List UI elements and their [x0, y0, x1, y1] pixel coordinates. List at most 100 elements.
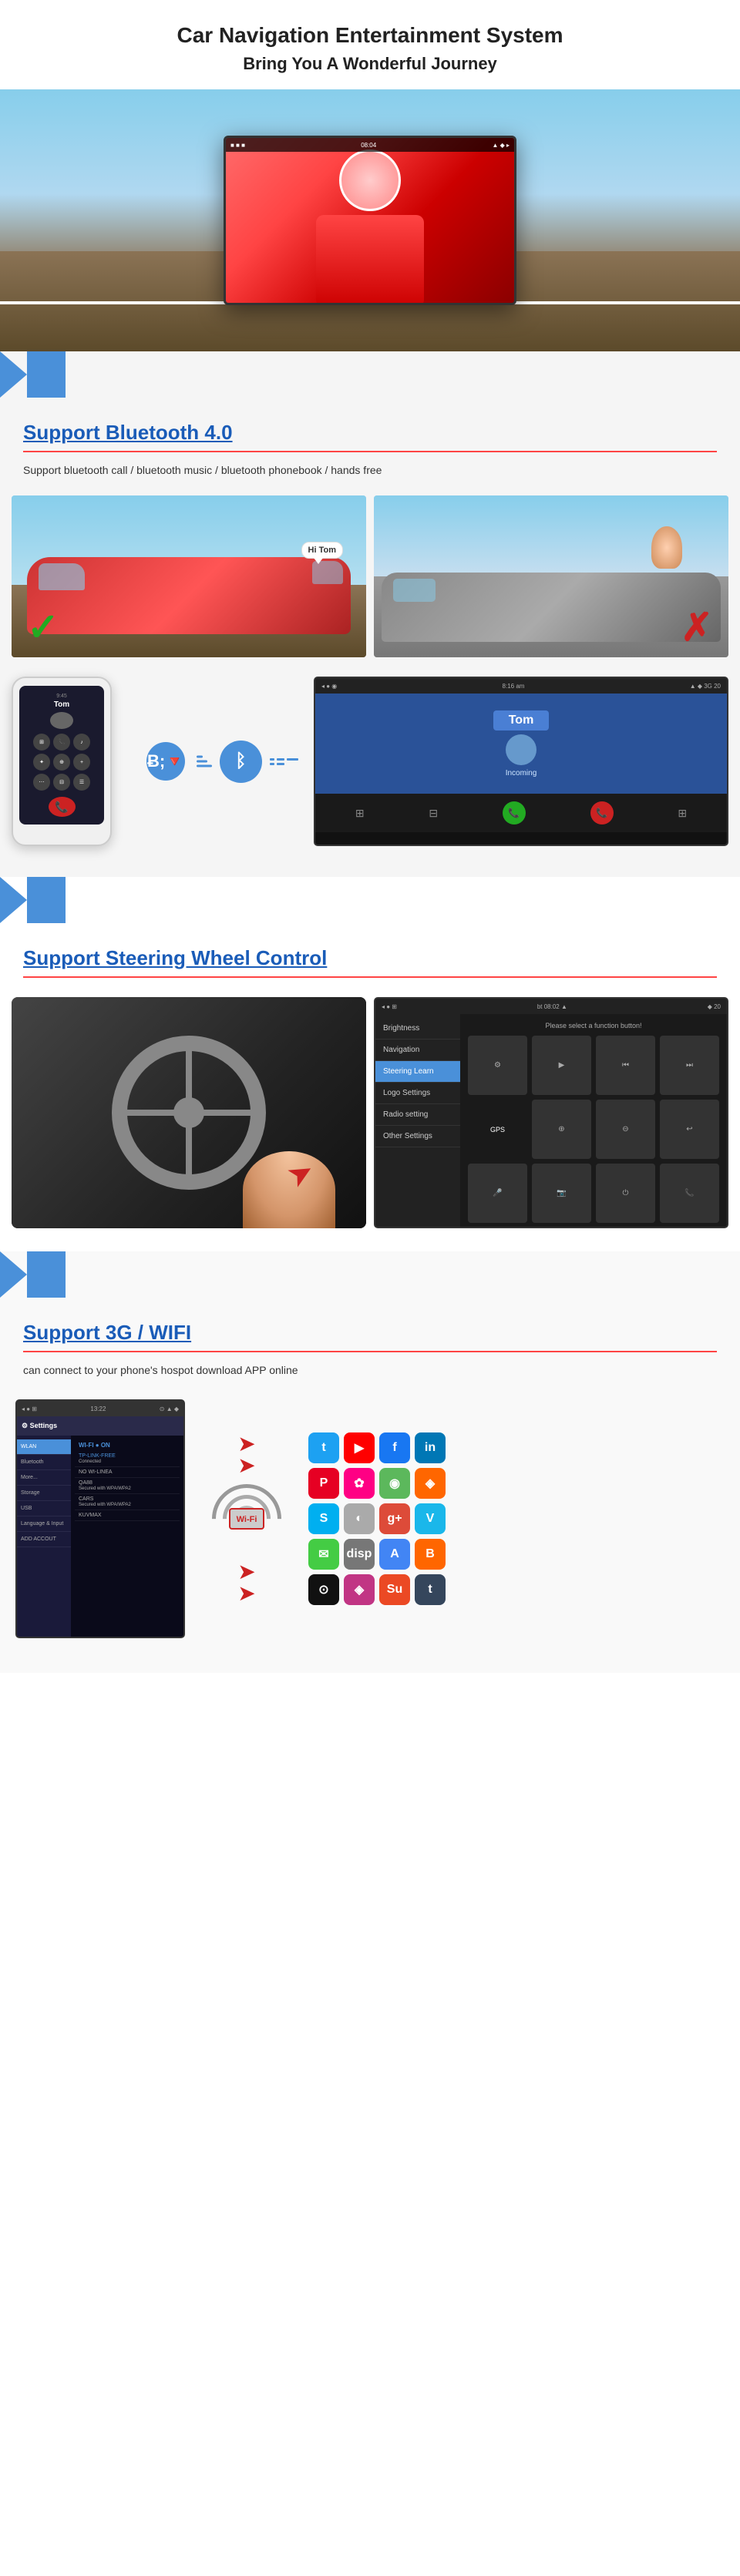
banner-bar — [27, 351, 66, 398]
social-icon-maps[interactable]: A — [379, 1539, 410, 1570]
device-screen-content — [226, 138, 514, 303]
incoming-caller-name: Tom — [493, 710, 550, 730]
sub-title: Bring You A Wonderful Journey — [15, 54, 725, 74]
steer-button-grid: ⚙ ▶ ⏮ ⏭ GPS ⊕ ⊖ ↩ 🎤 📷 ⏻ 📞 ⌂ ↺ — [468, 1036, 719, 1228]
car-ctrl-icon1: ⊞ — [355, 807, 365, 820]
wifi-subtitle: can connect to your phone's hospot downl… — [0, 1364, 740, 1388]
social-icon-linkedin[interactable]: in — [415, 1432, 446, 1463]
bluetooth-images-row: Hi Tom ✓ ✗ — [0, 488, 740, 665]
social-icon-instagram[interactable]: ◈ — [344, 1574, 375, 1605]
car-unit-topbar: ◂ ● ◉ 8:16 am ▲ ◆ 3G 20 — [315, 678, 727, 694]
steer-btn-vol-up[interactable]: ⊕ — [532, 1100, 591, 1159]
device-topbar: ■ ■ ■ 08:04 ▲ ◆ ▸ — [226, 138, 514, 152]
steer-menu-brightness[interactable]: Brightness — [375, 1018, 460, 1039]
wifi-network-free[interactable]: TP-LINK-FREEConnected — [75, 1451, 180, 1467]
wifi-banner-triangle — [0, 1251, 27, 1298]
wifi-sidebar-wlan[interactable]: WLAN — [17, 1439, 71, 1455]
steering-title: Support Steering Wheel Control — [0, 927, 740, 976]
social-icon-youtube[interactable]: ▶ — [344, 1432, 375, 1463]
wifi-sidebar-storage[interactable]: Storage — [17, 1486, 71, 1501]
hero-image: ■ ■ ■ 08:04 ▲ ◆ ▸ — [0, 89, 740, 351]
steer-topbar: ◂ ● ⊞ bt 08:02 ▲ ◆ 20 — [375, 999, 727, 1014]
social-icon-wa[interactable]: ◐ — [344, 1503, 375, 1534]
social-icon-flickr[interactable]: ✿ — [344, 1468, 375, 1499]
steering-wheel-graphic — [112, 1036, 266, 1190]
wifi-settings-topbar: ◂ ● ⊞ 13:22 ⊙ ▲ ◆ — [17, 1401, 183, 1416]
social-icon-blogger[interactable]: B — [415, 1539, 446, 1570]
social-icon-vimeo[interactable]: V — [415, 1503, 446, 1534]
steer-btn-back[interactable]: ↩ — [660, 1100, 719, 1159]
steer-btn-vol-down[interactable]: ⊖ — [596, 1100, 655, 1159]
car-accept-call-button[interactable]: 📞 — [503, 801, 526, 825]
social-icon-facebook[interactable]: f — [379, 1432, 410, 1463]
steering-images-row: ➤ ◂ ● ⊞ bt 08:02 ▲ ◆ 20 Brightness Navig… — [0, 989, 740, 1236]
steer-btn-next[interactable]: ⏭ — [660, 1036, 719, 1095]
wifi-network-cars[interactable]: CARSSecured with WPA/WPA2 — [75, 1494, 180, 1510]
social-icons-grid: t ▶ f in P ✿ ◉ ◈ S ◐ g+ V ✉ disp A B ⊙ ◈… — [308, 1432, 446, 1605]
social-icon-share[interactable]: ◉ — [379, 1468, 410, 1499]
steer-content-area: Brightness Navigation Steering Learn Log… — [375, 1014, 727, 1227]
wifi-networks-list: WI-FI ● ON TP-LINK-FREEConnected NO WI-L… — [71, 1436, 183, 1638]
steer-controls: Please select a function button! ⚙ ▶ ⏮ ⏭… — [460, 1014, 727, 1227]
social-icon-skype[interactable]: S — [308, 1503, 339, 1534]
wifi-network-nowi[interactable]: NO WI-LINEA — [75, 1467, 180, 1478]
check-mark-icon: ✓ — [27, 605, 59, 650]
wifi-network-kuvmax[interactable]: KUVMAX — [75, 1510, 180, 1521]
steer-menu-steering-learn[interactable]: Steering Learn — [375, 1061, 460, 1083]
incoming-status-label: Incoming — [506, 769, 537, 778]
car-unit-call-controls: ⊞ ⊟ 📞 📞 ⊞ — [315, 794, 727, 832]
steer-menu-logo-settings[interactable]: Logo Settings — [375, 1083, 460, 1104]
steer-menu-radio-setting[interactable]: Radio setting — [375, 1104, 460, 1126]
steer-prompt-text: Please select a function button! — [468, 1022, 719, 1029]
wifi-symbol-area: ➤➤ Wi-Fi ➤➤ — [200, 1433, 293, 1604]
steer-btn-play[interactable]: ▶ — [532, 1036, 591, 1095]
bluetooth-devices-row: 9:45 Tom ⊞ 📞 ♪ ✦ ⊕ + ⋯ ⊟ ☰ 📞 — [0, 665, 740, 861]
steering-menu-mockup: ◂ ● ⊞ bt 08:02 ▲ ◆ 20 Brightness Navigat… — [374, 997, 728, 1228]
social-icon-pinterest[interactable]: P — [308, 1468, 339, 1499]
steer-btn-settings[interactable]: ⚙ — [468, 1036, 527, 1095]
bluetooth-icon: Ƀ; 🔻 — [146, 742, 185, 781]
steering-banner-triangle — [0, 877, 27, 923]
wifi-label-box: Wi-Fi — [229, 1508, 265, 1530]
steer-btn-call[interactable]: 📞 — [660, 1164, 719, 1223]
wifi-divider — [23, 1351, 717, 1352]
wifi-sidebar-usb[interactable]: USB — [17, 1501, 71, 1516]
banner-triangle — [0, 351, 27, 398]
car-unit-mockup: ◂ ● ◉ 8:16 am ▲ ◆ 3G 20 Tom Incoming ⊞ ⊟… — [314, 677, 728, 846]
wifi-network-qa88[interactable]: QA88Secured with WPA/WPA2 — [75, 1478, 180, 1494]
wifi-section: Support 3G / WIFI can connect to your ph… — [0, 1251, 740, 1673]
wifi-sidebar-more[interactable]: More... — [17, 1470, 71, 1486]
phone-mockup: 9:45 Tom ⊞ 📞 ♪ ✦ ⊕ + ⋯ ⊟ ☰ 📞 — [12, 677, 112, 846]
steer-btn-prev[interactable]: ⏮ — [596, 1036, 655, 1095]
wifi-sidebar-bluetooth[interactable]: Bluetooth — [17, 1455, 71, 1470]
steering-spoke-v — [186, 1051, 192, 1174]
social-icon-tumblr[interactable]: t — [415, 1574, 446, 1605]
steering-wheel-image: ➤ — [12, 997, 366, 1228]
social-icon-rss[interactable]: ◈ — [415, 1468, 446, 1499]
phone-dialpad: ⊞ 📞 ♪ ✦ ⊕ + ⋯ ⊟ ☰ — [33, 734, 90, 791]
hero-device-screen: ■ ■ ■ 08:04 ▲ ◆ ▸ — [224, 136, 516, 305]
steer-menu-other-settings[interactable]: Other Settings — [375, 1126, 460, 1147]
social-icon-imessage[interactable]: ✉ — [308, 1539, 339, 1570]
main-title: Car Navigation Entertainment System — [15, 23, 725, 48]
car-woman-image: ✗ — [374, 495, 728, 657]
social-icons-area: t ▶ f in P ✿ ◉ ◈ S ◐ g+ V ✉ disp A B ⊙ ◈… — [308, 1432, 446, 1605]
wifi-sidebar-add-account[interactable]: ADD ACCOUT — [17, 1532, 71, 1547]
social-icon-gplus[interactable]: g+ — [379, 1503, 410, 1534]
steering-banner-bar — [27, 877, 66, 923]
social-icon-twitter[interactable]: t — [308, 1432, 339, 1463]
wifi-sidebar-language[interactable]: Language & Input — [17, 1516, 71, 1532]
steer-menu-navigation[interactable]: Navigation — [375, 1039, 460, 1061]
steer-btn-mic[interactable]: 🎤 — [468, 1164, 527, 1223]
steer-btn-power[interactable]: ⏻ — [596, 1164, 655, 1223]
phone-end-call-button[interactable]: 📞 — [49, 797, 76, 817]
steer-btn-phone[interactable]: 📷 — [532, 1164, 591, 1223]
car-decline-call-button[interactable]: 📞 — [590, 801, 614, 825]
social-icon-camera[interactable]: ⊙ — [308, 1574, 339, 1605]
arrow-down-icon: ➤➤ — [237, 1561, 255, 1604]
bluetooth-waves-icon: Ƀ; 🔻 — [127, 742, 204, 781]
header: Car Navigation Entertainment System Brin… — [0, 0, 740, 89]
social-icon-disp[interactable]: disp — [344, 1539, 375, 1570]
bluetooth-divider — [23, 451, 717, 452]
social-icon-stumble[interactable]: Su — [379, 1574, 410, 1605]
